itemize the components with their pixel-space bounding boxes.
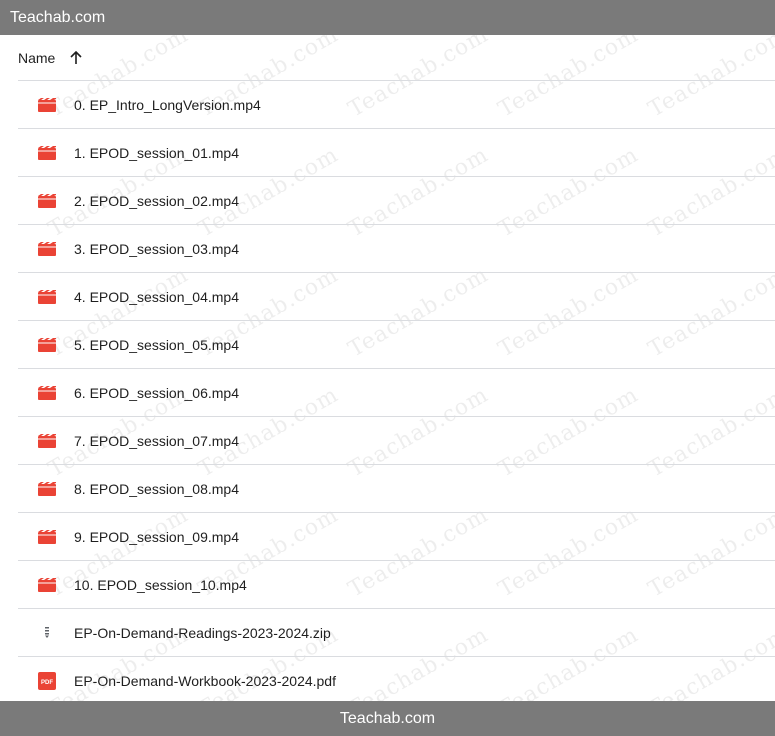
file-row[interactable]: 5. EPOD_session_05.mp4 [18, 321, 775, 369]
file-row[interactable]: 2. EPOD_session_02.mp4 [18, 177, 775, 225]
video-file-icon [18, 337, 74, 352]
file-name: 1. EPOD_session_01.mp4 [74, 144, 239, 161]
zip-file-icon [18, 626, 74, 640]
file-name: 6. EPOD_session_06.mp4 [74, 384, 239, 401]
file-name: 5. EPOD_session_05.mp4 [74, 336, 239, 353]
file-row[interactable]: 10. EPOD_session_10.mp4 [18, 561, 775, 609]
file-row[interactable]: 7. EPOD_session_07.mp4 [18, 417, 775, 465]
video-file-icon [18, 145, 74, 160]
file-name: 4. EPOD_session_04.mp4 [74, 288, 239, 305]
file-name: 10. EPOD_session_10.mp4 [74, 576, 247, 593]
video-file-icon [18, 241, 74, 256]
video-file-icon [18, 433, 74, 448]
video-file-icon [18, 193, 74, 208]
file-name: 8. EPOD_session_08.mp4 [74, 480, 239, 497]
file-row[interactable]: 0. EP_Intro_LongVersion.mp4 [18, 81, 775, 129]
file-list: 0. EP_Intro_LongVersion.mp4 1. EPOD_sessi… [18, 81, 775, 705]
file-row[interactable]: 9. EPOD_session_09.mp4 [18, 513, 775, 561]
column-header-name[interactable]: Name [18, 50, 55, 66]
svg-text:PDF: PDF [41, 680, 53, 686]
file-row[interactable]: PDF EP-On-Demand-Workbook-2023-2024.pdf [18, 657, 775, 705]
bottom-banner: Teachab.com [0, 701, 775, 736]
video-file-icon [18, 289, 74, 304]
list-header: Name [18, 35, 775, 81]
file-row[interactable]: 6. EPOD_session_06.mp4 [18, 369, 775, 417]
file-row[interactable]: 4. EPOD_session_04.mp4 [18, 273, 775, 321]
file-name: EP-On-Demand-Workbook-2023-2024.pdf [74, 672, 336, 689]
file-row[interactable]: 8. EPOD_session_08.mp4 [18, 465, 775, 513]
file-name: 9. EPOD_session_09.mp4 [74, 528, 239, 545]
video-file-icon [18, 577, 74, 592]
file-name: 7. EPOD_session_07.mp4 [74, 432, 239, 449]
video-file-icon [18, 529, 74, 544]
file-row[interactable]: 3. EPOD_session_03.mp4 [18, 225, 775, 273]
file-row[interactable]: 1. EPOD_session_01.mp4 [18, 129, 775, 177]
video-file-icon [18, 97, 74, 112]
file-name: 2. EPOD_session_02.mp4 [74, 192, 239, 209]
top-banner: Teachab.com [0, 0, 775, 35]
arrow-up-icon[interactable] [69, 50, 83, 65]
file-row[interactable]: EP-On-Demand-Readings-2023-2024.zip [18, 609, 775, 657]
file-name: 0. EP_Intro_LongVersion.mp4 [74, 96, 261, 113]
pdf-file-icon: PDF [18, 671, 74, 690]
file-name: EP-On-Demand-Readings-2023-2024.zip [74, 624, 331, 641]
file-name: 3. EPOD_session_03.mp4 [74, 240, 239, 257]
video-file-icon [18, 481, 74, 496]
video-file-icon [18, 385, 74, 400]
